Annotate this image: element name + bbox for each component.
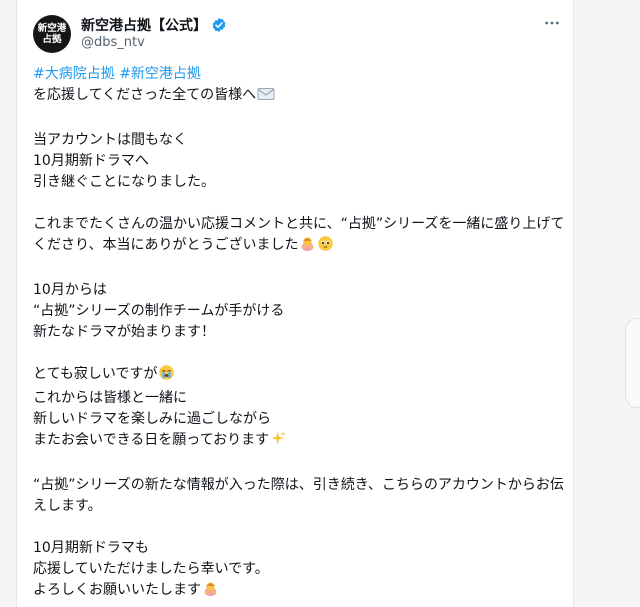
tweet-text-segment: を応援してくださった全ての皆様へ — [33, 87, 257, 103]
pleading-face-icon — [317, 235, 334, 259]
loudly-crying-face-icon — [158, 364, 175, 388]
display-name[interactable]: 新空港占拠【公式】 — [81, 15, 207, 35]
envelope-icon — [257, 86, 275, 109]
tweet-line: “占拠”シリーズの新たな情報が入った際は、引き続き、こちらのアカウントからお伝え… — [33, 477, 564, 514]
tweet-text-segment: とても寂しいですが — [33, 366, 158, 382]
sparkles-icon — [270, 430, 287, 454]
tweet-line: “占拠”シリーズの制作チームが手がける — [33, 303, 285, 319]
bowing-woman-icon — [299, 235, 316, 259]
bowing-woman-icon — [202, 580, 219, 604]
tweet-line: 引き継ぐことになりました。 — [33, 174, 215, 190]
tweet-text: #大病院占拠 #新空港占拠 を応援してくださった全ての皆様へ 当アカウントは間も… — [33, 64, 565, 604]
tweet-line: これまでたくさんの温かい応援コメントと共に、“占拠”シリーズを一緒に盛り上げてく… — [33, 214, 565, 259]
tweet-line: #大病院占拠 #新空港占拠 — [33, 64, 565, 85]
side-panel-edge — [625, 318, 640, 408]
user-handle[interactable]: @dbs_ntv — [81, 35, 145, 50]
hashtag-link[interactable]: #大病院占拠 — [33, 66, 115, 82]
avatar-text-line2: 占拠 — [42, 34, 62, 45]
tweet-text-segment: よろしくお願いいたします — [33, 582, 201, 598]
tweet-line: 10月期新ドラマも — [33, 540, 149, 556]
tweet-line: 10月期新ドラマへ — [33, 153, 149, 169]
tweet-line: 新たなドラマが始まります！ — [33, 324, 215, 340]
tweet-line: またお会いできる日を願っております — [33, 430, 565, 454]
tweet-line: を応援してくださった全ての皆様へ — [33, 85, 565, 109]
tweet-line: 新しいドラマを楽しみに過ごしながら — [33, 411, 271, 427]
verified-badge-icon — [211, 17, 227, 33]
hashtag-link[interactable]: #新空港占拠 — [119, 66, 201, 82]
tweet-text-segment: またお会いできる日を願っております — [33, 432, 270, 448]
more-options-icon[interactable] — [541, 12, 563, 34]
tweet-line: 応援していただけましたら幸いです。 — [33, 561, 269, 577]
avatar-text-line1: 新空港 — [37, 23, 67, 34]
tweet-line: 当アカウントは間もなく — [33, 132, 187, 148]
tweet-card[interactable]: 新空港 占拠 新空港占拠【公式】 @dbs_ntv #大病院占拠 #新空港占拠 … — [16, 0, 574, 607]
tweet-line: 10月からは — [33, 282, 107, 298]
tweet-line: これからは皆様と一緒に — [33, 390, 187, 406]
author-name-row: 新空港占拠【公式】 — [81, 15, 227, 35]
tweet-line: よろしくお願いいたします — [33, 580, 565, 604]
avatar[interactable]: 新空港 占拠 — [33, 15, 71, 53]
tweet-line: とても寂しいですが — [33, 364, 565, 388]
